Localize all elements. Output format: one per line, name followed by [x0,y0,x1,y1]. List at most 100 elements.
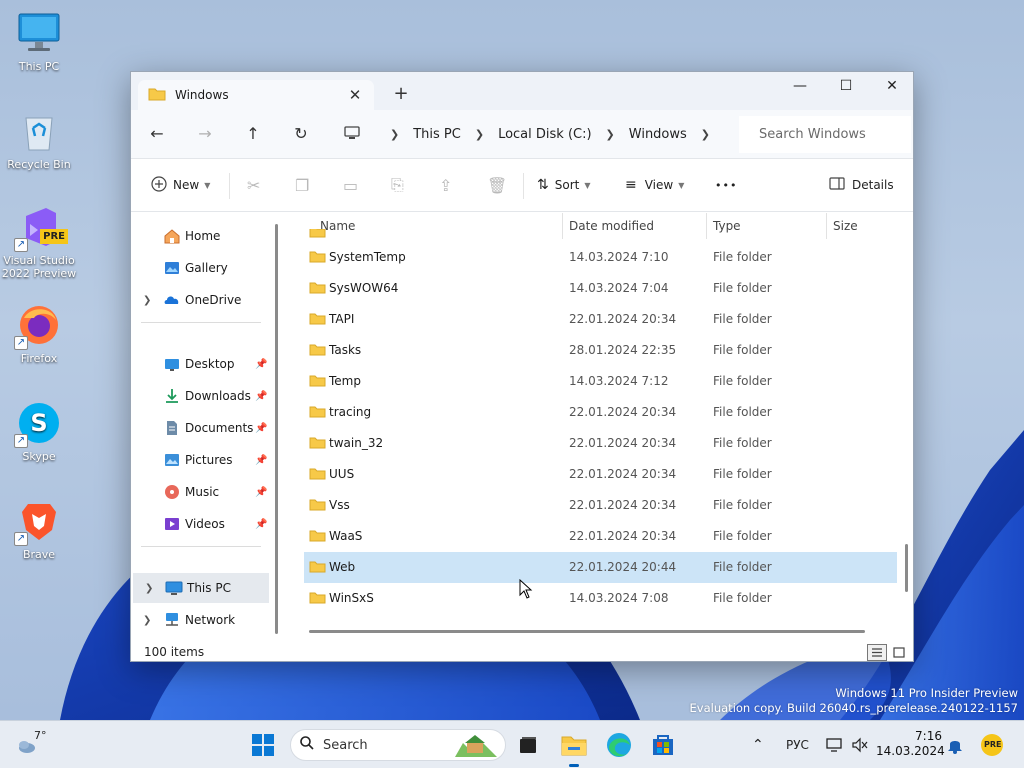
file-date-modified: 28.01.2024 22:35 [569,343,677,357]
file-name: twain_32 [329,436,384,450]
language-indicator[interactable]: РУС [786,721,809,768]
maximize-button[interactable]: ☐ [823,72,869,102]
folder-icon [309,498,326,514]
delete-icon[interactable]: 🗑 [487,174,507,196]
breadcrumb[interactable]: ❯ This PC ❯ Local Disk (C:) ❯ Windows ❯ [334,116,736,153]
insider-badge-icon[interactable]: PRE [980,721,1004,768]
breadcrumb-windows[interactable]: Windows [629,127,687,142]
desktop-icon-skype[interactable]: S ↗ Skype [0,400,78,463]
nav-item-downloads[interactable]: Downloads 📌 [131,381,283,411]
file-type: File folder [713,529,772,543]
chevron-right-icon[interactable]: ❯ [143,295,151,306]
onedrive-icon [163,291,181,309]
nav-item-pictures[interactable]: Pictures 📌 [131,445,283,475]
sort-button[interactable]: ⇅ Sort ▼ [537,174,591,196]
nav-item-music[interactable]: Music 📌 [131,477,283,507]
network-status-icon[interactable] [826,721,844,768]
pin-icon[interactable]: 📌 [255,359,267,370]
table-row[interactable]: WaaS 22.01.2024 20:34 File folder [304,521,897,552]
table-row[interactable]: WinSxS 14.03.2024 7:08 File folder [304,583,897,614]
tab-close-icon[interactable]: ✕ [346,86,364,104]
vertical-scrollbar[interactable] [905,544,908,592]
file-list: ⌃ Name Date modified Type Size SystemTem… [289,213,913,641]
breadcrumb-local-disk[interactable]: Local Disk (C:) [498,127,591,142]
table-row[interactable]: SysWOW64 14.03.2024 7:04 File folder [304,273,897,304]
forward-button[interactable]: → [195,124,215,144]
refresh-button[interactable]: ↻ [291,124,311,144]
nav-item-documents[interactable]: Documents 📌 [131,413,283,443]
nav-item-onedrive[interactable]: ❯ OneDrive [131,285,283,315]
pin-icon[interactable]: 📌 [255,487,267,498]
rename-icon[interactable]: ⎘ [391,174,404,196]
nav-item-this-pc[interactable]: ❯ This PC [133,573,269,603]
pin-icon[interactable]: 📌 [255,519,267,530]
task-view-icon[interactable] [512,729,544,761]
paste-icon[interactable]: ▭ [343,174,358,196]
more-options-button[interactable]: ••• [715,174,737,196]
file-type: File folder [713,405,772,419]
breadcrumb-this-pc[interactable]: This PC [413,127,461,142]
chevron-right-icon[interactable]: ❯ [143,615,151,626]
up-button[interactable]: ↑ [243,124,263,144]
table-row[interactable]: Vss 22.01.2024 20:34 File folder [304,490,897,521]
desktop-icon-recycle-bin[interactable]: Recycle Bin [0,108,78,171]
table-row[interactable]: tracing 22.01.2024 20:34 File folder [304,397,897,428]
view-icon: ≡ [625,177,637,193]
nav-item-home[interactable]: Home [131,221,283,251]
table-row[interactable]: twain_32 22.01.2024 20:34 File folder [304,428,897,459]
shortcut-arrow-icon: ↗ [14,238,28,252]
file-explorer-taskbar-icon[interactable] [558,729,590,767]
desktop-icon-firefox[interactable]: ↗ Firefox [0,302,78,365]
table-row[interactable]: Tasks 28.01.2024 22:35 File folder [304,335,897,366]
microsoft-store-icon[interactable] [647,729,679,761]
pin-icon[interactable]: 📌 [255,423,267,434]
details-view-icon[interactable] [867,644,887,661]
table-row[interactable]: SystemTemp 14.03.2024 7:10 File folder [304,242,897,273]
pin-icon[interactable]: 📌 [255,391,267,402]
nav-item-videos[interactable]: Videos 📌 [131,509,283,539]
desktop-icon-visual-studio[interactable]: PRE ↗ Visual Studio 2022 Preview [0,204,78,280]
cut-icon[interactable]: ✂ [247,174,260,196]
tab-windows[interactable]: Windows ✕ [138,80,374,110]
details-button[interactable]: Details [829,174,894,196]
new-button[interactable]: New ▼ [151,174,210,196]
taskbar-clock[interactable]: 7:16 14.03.2024 [876,729,945,759]
close-button[interactable]: ✕ [869,72,913,102]
nav-item-gallery[interactable]: Gallery [131,253,283,283]
pin-icon[interactable]: 📌 [255,455,267,466]
back-button[interactable]: ← [147,124,167,144]
nav-scrollbar[interactable] [275,224,278,634]
desktop-icon-this-pc[interactable]: This PC [0,10,78,73]
horizontal-scrollbar[interactable] [309,630,865,633]
nav-item-desktop[interactable]: Desktop 📌 [131,349,283,379]
new-tab-button[interactable]: + [392,83,410,104]
weather-widget[interactable]: 7° [14,727,54,763]
file-type: File folder [713,250,772,264]
edge-icon[interactable] [603,729,635,761]
desktop-icon-brave[interactable]: ↗ Brave [0,498,78,561]
table-row[interactable]: Web 22.01.2024 20:44 File folder [304,552,897,583]
thumbnail-view-icon[interactable] [889,644,909,661]
notification-bell-icon[interactable] [947,721,963,768]
visual-studio-icon: PRE ↗ [14,204,68,252]
chevron-right-icon: ❯ [474,128,485,141]
minimize-button[interactable]: — [777,72,823,102]
file-date-modified: 14.03.2024 7:12 [569,374,669,388]
chevron-right-icon[interactable]: ❯ [145,583,153,594]
table-row[interactable]: Temp 14.03.2024 7:12 File folder [304,366,897,397]
search-input[interactable]: Search Windows [739,116,911,153]
start-button[interactable] [247,729,279,761]
firefox-icon: ↗ [14,302,62,350]
table-row[interactable]: UUS 22.01.2024 20:34 File folder [304,459,897,490]
volume-muted-icon[interactable] [851,721,869,768]
file-type: File folder [713,467,772,481]
chevron-up-icon[interactable]: ⌃ [752,721,764,768]
share-icon[interactable]: ⇪ [439,174,452,196]
table-row[interactable]: TAPI 22.01.2024 20:34 File folder [304,304,897,335]
table-row-partial[interactable] [304,229,897,241]
nav-item-network[interactable]: ❯ Network [131,605,283,635]
taskbar-search-box[interactable]: Search [290,729,506,761]
view-button[interactable]: ≡ View ▼ [625,174,684,196]
file-type: File folder [713,281,772,295]
copy-icon[interactable]: ❐ [295,174,309,196]
